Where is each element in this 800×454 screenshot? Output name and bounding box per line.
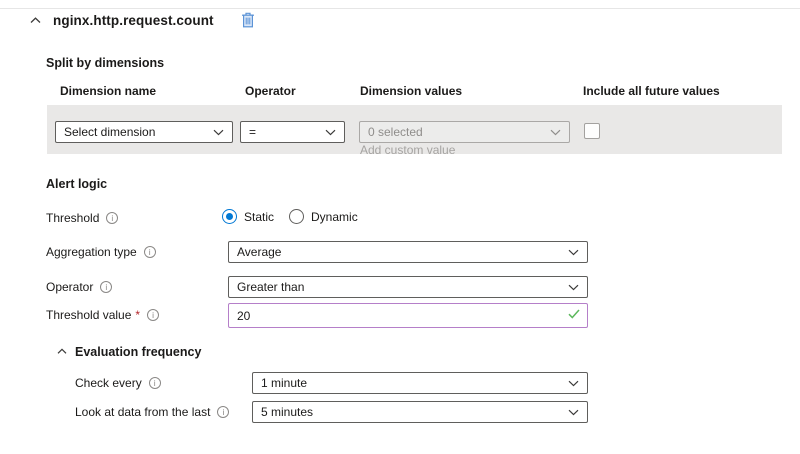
include-all-future-values-checkbox[interactable]: [584, 123, 600, 139]
radio-dynamic-label: Dynamic: [311, 210, 358, 224]
chevron-down-icon: [550, 129, 561, 136]
check-every-select-value: 1 minute: [261, 376, 307, 390]
aggregation-type-select[interactable]: Average: [228, 241, 588, 263]
radio-static[interactable]: Static: [222, 209, 274, 224]
threshold-value-label: Threshold value: [46, 308, 131, 322]
operator-select-value: Greater than: [237, 280, 304, 294]
chevron-down-icon: [568, 380, 579, 387]
aggregation-type-label: Aggregation type: [46, 245, 137, 259]
info-icon[interactable]: i: [144, 246, 156, 258]
threshold-value-input[interactable]: [228, 303, 588, 328]
dimension-name-select-value: Select dimension: [64, 125, 155, 139]
lookback-select-value: 5 minutes: [261, 405, 313, 419]
delete-metric-button[interactable]: [240, 11, 256, 29]
info-icon[interactable]: i: [217, 406, 229, 418]
check-every-label-row: Check every i: [75, 376, 161, 390]
metric-alert-condition-panel: nginx.http.request.count Split by dimens…: [0, 0, 800, 454]
chevron-down-icon: [325, 129, 336, 136]
checkmark-valid-icon: [568, 309, 580, 319]
alert-logic-heading: Alert logic: [46, 177, 107, 191]
threshold-label-row: Threshold i: [46, 211, 118, 225]
top-divider: [0, 8, 800, 9]
chevron-up-icon: [30, 17, 41, 24]
radio-dynamic[interactable]: Dynamic: [289, 209, 358, 224]
trash-icon: [241, 12, 255, 28]
check-every-select[interactable]: 1 minute: [252, 372, 588, 394]
column-header-include-all-future-values: Include all future values: [583, 84, 720, 98]
chevron-down-icon: [568, 409, 579, 416]
collapse-evaluation-frequency-button[interactable]: [56, 347, 68, 356]
column-header-dimension-name: Dimension name: [60, 84, 156, 98]
required-asterisk: *: [135, 308, 140, 322]
add-custom-value-link[interactable]: Add custom value: [360, 143, 455, 157]
check-every-label: Check every: [75, 376, 142, 390]
collapse-metric-button[interactable]: [28, 15, 43, 26]
operator-label-row: Operator i: [46, 280, 112, 294]
threshold-radio-group: Static Dynamic: [222, 209, 358, 224]
threshold-value-label-row: Threshold value * i: [46, 308, 159, 322]
threshold-value-field: [228, 303, 588, 328]
operator-label: Operator: [46, 280, 93, 294]
dimension-operator-select[interactable]: =: [240, 121, 345, 143]
chevron-up-icon: [57, 348, 67, 355]
radio-static-label: Static: [244, 210, 274, 224]
radio-selected-icon: [222, 209, 237, 224]
dimension-operator-select-value: =: [249, 125, 256, 139]
operator-select[interactable]: Greater than: [228, 276, 588, 298]
info-icon[interactable]: i: [149, 377, 161, 389]
dimension-values-select-value: 0 selected: [368, 125, 423, 139]
chevron-down-icon: [213, 129, 224, 136]
evaluation-frequency-heading: Evaluation frequency: [75, 345, 201, 359]
split-by-dimensions-heading: Split by dimensions: [46, 56, 164, 70]
chevron-down-icon: [568, 249, 579, 256]
dimension-row: Select dimension = 0 selected Add custom…: [47, 105, 782, 154]
chevron-down-icon: [568, 284, 579, 291]
lookback-label: Look at data from the last: [75, 405, 210, 419]
info-icon[interactable]: i: [100, 281, 112, 293]
threshold-label: Threshold: [46, 211, 99, 225]
aggregation-type-select-value: Average: [237, 245, 281, 259]
lookback-label-row: Look at data from the last i: [75, 405, 229, 419]
info-icon[interactable]: i: [106, 212, 118, 224]
info-icon[interactable]: i: [147, 309, 159, 321]
dimension-values-select[interactable]: 0 selected: [359, 121, 570, 143]
column-header-dimension-values: Dimension values: [360, 84, 462, 98]
dimension-name-select[interactable]: Select dimension: [55, 121, 233, 143]
aggregation-type-label-row: Aggregation type i: [46, 245, 156, 259]
column-header-operator: Operator: [245, 84, 296, 98]
metric-header: nginx.http.request.count: [28, 11, 256, 29]
radio-unselected-icon: [289, 209, 304, 224]
lookback-select[interactable]: 5 minutes: [252, 401, 588, 423]
metric-name: nginx.http.request.count: [53, 13, 214, 28]
